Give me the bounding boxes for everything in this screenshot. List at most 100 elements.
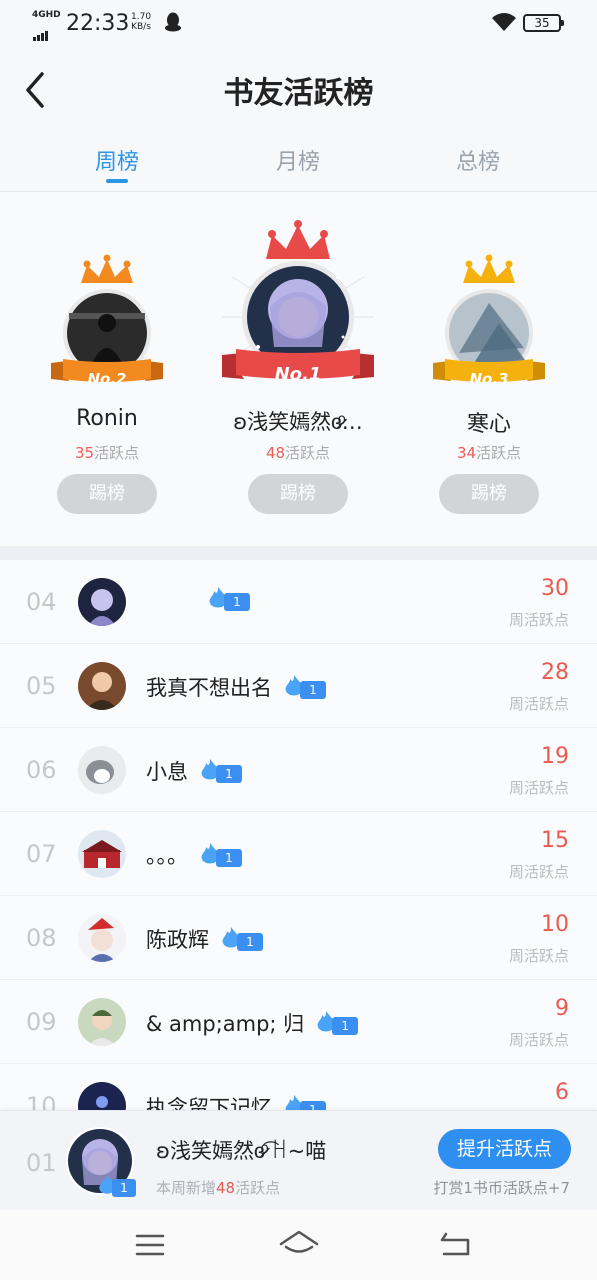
network-type: 4GHD — [32, 10, 61, 20]
user-name-text: & amp;amp; 归 — [146, 1012, 305, 1036]
podium-name: ʚ浅笑嫣然ɞ̷ͦ… — [233, 410, 363, 434]
score-value: 30 — [541, 576, 569, 601]
list-item[interactable]: 06 小息 1 19 周活跃点 — [0, 728, 597, 812]
crown-icon — [266, 220, 330, 259]
level-badge: 1 — [282, 1095, 328, 1110]
tab-bar: 周榜 月榜 总榜 — [0, 130, 597, 192]
my-rank-bar: 01 1 ʚ浅笑嫣然ɞ̷ͦ͡ ꀿ~喵 本周新增48活跃点 提升活跃点 打赏1书币… — [0, 1110, 597, 1210]
my-rank-number: 01 — [26, 1149, 57, 1177]
points-suffix: 活跃点 — [285, 444, 331, 462]
crown-icon — [463, 254, 515, 283]
section-divider — [0, 546, 597, 560]
menu-icon — [135, 1234, 165, 1256]
level-badge: 1 — [282, 675, 328, 699]
score-value: 10 — [541, 912, 569, 937]
wifi-icon — [492, 13, 516, 31]
my-name: ʚ浅笑嫣然ɞ̷ͦ͡ ꀿ~喵 — [156, 1139, 327, 1163]
active-tab-indicator — [106, 179, 128, 183]
podium-points: 48活跃点 — [208, 442, 388, 463]
list-item[interactable]: 09 & amp;amp; 归 1 9 周活跃点 — [0, 980, 597, 1064]
list-item[interactable]: 05 我真不想出名 1 28 周活跃点 — [0, 644, 597, 728]
user-name-text: 小息 — [146, 760, 188, 784]
score-value: 19 — [541, 744, 569, 769]
user-name-text: 我真不想出名 — [146, 676, 272, 700]
rank-number: 04 — [26, 588, 57, 616]
rank-number: 10 — [26, 1092, 57, 1110]
my-weekly-gain: 本周新增48活跃点 — [156, 1177, 280, 1198]
level-number: 1 — [300, 681, 326, 699]
crown-icon — [81, 254, 133, 283]
home-button[interactable] — [278, 1228, 319, 1262]
level-number: 1 — [216, 849, 242, 867]
gain-prefix: 本周新增 — [156, 1179, 217, 1197]
avatar[interactable] — [78, 578, 126, 626]
avatar[interactable] — [78, 746, 126, 794]
ranking-list: 04 1 30 周活跃点 05 我真不想出名 1 28 周活跃点 06 小息 1 1… — [0, 560, 597, 1110]
kick-button[interactable]: 踢榜 — [57, 474, 157, 514]
podium-rank-2: No.2 Ronin 35活跃点 踢榜 — [17, 193, 197, 546]
list-item[interactable]: 10 执念留下记忆1 6 周活跃点 — [0, 1064, 597, 1110]
tab-total[interactable]: 总榜 — [418, 144, 538, 176]
score-value: 28 — [541, 660, 569, 685]
level-badge: 1 — [198, 759, 244, 783]
gain-suffix: 活跃点 — [235, 1179, 281, 1197]
score-label: 周活跃点 — [508, 779, 569, 797]
user-name-text: 陈政辉 — [146, 928, 209, 952]
header: 书友活跃榜 — [0, 46, 597, 130]
top-three-podium: No.2 Ronin 35活跃点 踢榜 No.1 ʚ浅笑嫣然ɞ̷ͦ… 48活跃点… — [0, 193, 597, 546]
rank-number: 08 — [26, 924, 57, 952]
user-name: & amp;amp; 归 1 — [146, 1008, 360, 1038]
network-speed: 1.70 KB/s — [131, 12, 151, 32]
system-nav-bar — [0, 1210, 597, 1280]
score-label: 周活跃点 — [508, 611, 569, 629]
reward-tip: 打赏1书币活跃点+7 — [433, 1179, 570, 1197]
score-label: 周活跃点 — [508, 1031, 569, 1049]
user-name: 执念留下记忆 1 — [146, 1092, 328, 1110]
rank-number: 07 — [26, 840, 57, 868]
user-name: 1 — [146, 587, 252, 612]
points-suffix: 活跃点 — [476, 444, 522, 462]
rank-number: 05 — [26, 672, 57, 700]
score-value: 6 — [555, 1080, 569, 1105]
avatar[interactable] — [78, 1082, 126, 1110]
page-title: 书友活跃榜 — [223, 76, 374, 111]
level-badge: 1 — [219, 927, 265, 951]
clock: 22:33 — [66, 11, 130, 36]
user-name-text: 。。。 — [146, 844, 188, 868]
score-label: 周活跃点 — [508, 947, 569, 965]
status-bar: 4GHD 22:33 1.70 KB/s 35 — [0, 0, 597, 46]
rank-number: 06 — [26, 756, 57, 784]
home-icon — [279, 1230, 319, 1253]
menu-button[interactable] — [130, 1228, 170, 1262]
level-number: 1 — [216, 765, 242, 783]
level-badge: 1 — [198, 843, 244, 867]
tab-monthly[interactable]: 月榜 — [238, 144, 358, 176]
avatar[interactable] — [78, 830, 126, 878]
podium-points: 34活跃点 — [399, 442, 579, 463]
kick-button[interactable]: 踢榜 — [439, 474, 539, 514]
score-label: 周活跃点 — [508, 863, 569, 881]
avatar[interactable] — [78, 998, 126, 1046]
points-value: 48 — [265, 444, 286, 462]
tab-weekly[interactable]: 周榜 — [57, 144, 177, 176]
points-value: 34 — [456, 444, 477, 462]
list-item[interactable]: 04 1 30 周活跃点 — [0, 560, 597, 644]
speed-value: 1.70 — [131, 12, 152, 22]
list-item[interactable]: 08 陈政辉 1 10 周活跃点 — [0, 896, 597, 980]
podium-name: Ronin — [76, 406, 138, 431]
podium-rank-1: No.1 ʚ浅笑嫣然ɞ̷ͦ… 48活跃点 踢榜 — [208, 193, 388, 546]
kick-button[interactable]: 踢榜 — [248, 474, 348, 514]
qq-penguin-icon — [165, 12, 181, 32]
level-number: 1 — [224, 593, 250, 611]
score-value: 15 — [541, 828, 569, 853]
score-value: 9 — [555, 996, 569, 1021]
battery-indicator: 35 — [523, 14, 564, 32]
level-badge: 1 — [206, 587, 252, 611]
return-button[interactable] — [434, 1228, 474, 1262]
gain-points: 48 — [216, 1179, 236, 1197]
avatar[interactable] — [78, 914, 126, 962]
avatar[interactable] — [78, 662, 126, 710]
boost-activity-button[interactable]: 提升活跃点 — [438, 1129, 571, 1169]
score-label: 周活跃点 — [508, 695, 569, 713]
list-item[interactable]: 07 。。。 1 15 周活跃点 — [0, 812, 597, 896]
